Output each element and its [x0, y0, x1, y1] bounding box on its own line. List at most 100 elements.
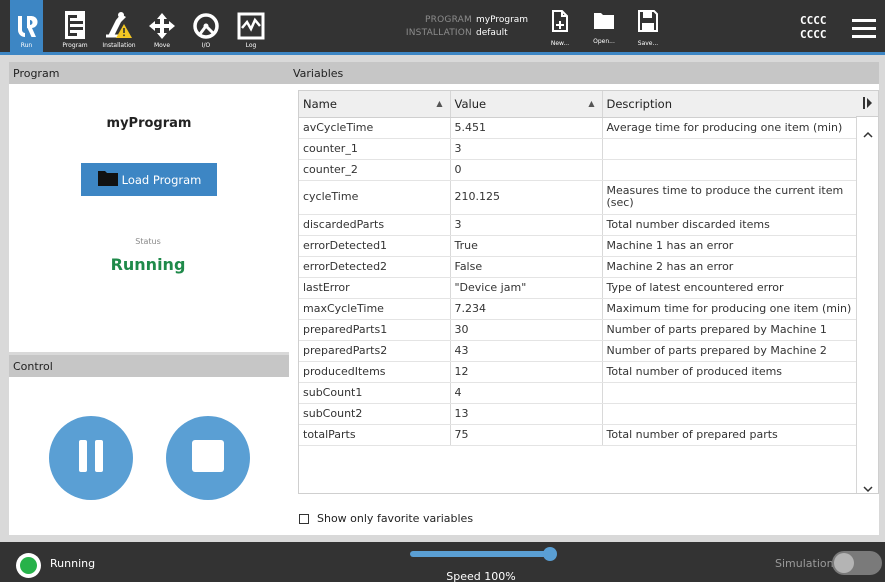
cell-name: subCount1	[299, 382, 451, 404]
cell-name: errorDetected1	[299, 235, 451, 257]
nav-program-label: Program	[62, 42, 88, 49]
save-label: Save...	[637, 40, 659, 47]
nav-io-tab[interactable]: I/O	[190, 0, 222, 52]
cell-name: preparedParts2	[299, 340, 451, 362]
cell-name: cycleTime	[299, 180, 451, 215]
speed-slider[interactable]	[410, 551, 552, 557]
table-row[interactable]: errorDetected2 False Machine 2 has an erro…	[299, 256, 857, 278]
stop-icon	[191, 439, 225, 477]
cell-name: subCount2	[299, 403, 451, 425]
cell-description	[602, 403, 857, 425]
cell-value: 210.125	[450, 180, 603, 215]
cell-description: Number of parts prepared by Machine 1	[602, 319, 857, 341]
table-row[interactable]: avCycleTime 5.451 Average time for produci…	[299, 117, 857, 139]
program-value: myProgram	[476, 15, 529, 25]
power-status-icon	[20, 557, 37, 574]
cell-description: Machine 2 has an error	[602, 256, 857, 278]
cell-value: 7.234	[450, 298, 603, 320]
user-line-1: CCCC	[800, 14, 827, 27]
cell-description: Machine 1 has an error	[602, 235, 857, 257]
pause-button[interactable]	[49, 416, 133, 500]
program-label: PROGRAM	[425, 15, 472, 25]
speed-slider-handle[interactable]	[543, 547, 557, 561]
sort-up-icon: ▲	[588, 99, 595, 108]
variables-table: Name ▲ Value ▲ Description avCycleTime 5.45…	[298, 90, 879, 494]
table-scrollbar[interactable]	[856, 117, 878, 493]
speed-label: Speed 100%	[446, 570, 516, 582]
simulation-toggle[interactable]	[832, 551, 882, 575]
cell-value: 43	[450, 340, 603, 362]
folder-icon	[97, 169, 119, 190]
table-row[interactable]: maxCycleTime 7.234 Maximum time for produc…	[299, 298, 857, 320]
column-toggle-button[interactable]	[856, 91, 878, 117]
nav-program-tab[interactable]: Program	[57, 0, 93, 52]
bottom-bar: Running Speed 100% Simulation	[0, 542, 885, 582]
program-info: PROGRAM myProgram INSTALLATION default	[398, 14, 528, 40]
cell-name: avCycleTime	[299, 117, 451, 139]
save-disk-icon	[638, 10, 658, 36]
cell-value: False	[450, 256, 603, 278]
status-value: Running	[110, 255, 186, 274]
cell-value: 4	[450, 382, 603, 404]
cell-description	[602, 138, 857, 160]
table-row[interactable]: discardedParts 3 Total number discarded it…	[299, 214, 857, 236]
nav-log-tab[interactable]: Log	[234, 0, 268, 52]
stop-button[interactable]	[166, 416, 250, 500]
nav-io-label: I/O	[201, 42, 211, 49]
table-row[interactable]: lastError "Device jam" Type of latest enco…	[299, 277, 857, 299]
column-header-value[interactable]: Value ▲	[450, 91, 603, 118]
simulation-label: Simulation	[775, 557, 834, 570]
nav-run-label: Run	[20, 42, 33, 49]
table-row[interactable]: counter_2 0	[299, 159, 857, 181]
table-row[interactable]: producedItems 12 Total number of produced …	[299, 361, 857, 383]
hamburger-menu-icon[interactable]	[852, 19, 876, 43]
cell-value: 3	[450, 214, 603, 236]
simulation-toggle-knob	[834, 553, 854, 573]
io-gauge-icon	[192, 12, 220, 40]
nav-move-label: Move	[153, 42, 171, 49]
nav-installation-tab[interactable]: Installation	[99, 0, 139, 52]
ur-logo-icon	[16, 14, 38, 40]
nav-run-tab[interactable]: Run	[10, 0, 43, 52]
table-row[interactable]: subCount1 4	[299, 382, 857, 404]
scroll-down-icon[interactable]	[863, 478, 873, 493]
save-button[interactable]: Save...	[631, 10, 665, 52]
table-row[interactable]: errorDetected1 True Machine 1 has an error	[299, 235, 857, 257]
new-label: New...	[550, 40, 570, 47]
cell-description	[602, 159, 857, 181]
cell-value: 0	[450, 159, 603, 181]
cell-description: Total number discarded items	[602, 214, 857, 236]
cell-description: Maximum time for producing one item (min…	[602, 298, 857, 320]
favorites-checkbox[interactable]	[299, 513, 309, 524]
table-row[interactable]: totalParts 75 Total number of prepared par…	[299, 424, 857, 446]
column-header-name[interactable]: Name ▲	[299, 91, 451, 118]
favorites-filter[interactable]: Show only favorite variables	[299, 512, 473, 525]
top-accent-line	[0, 52, 885, 55]
table-row[interactable]: preparedParts2 43 Number of parts prepared…	[299, 340, 857, 362]
pause-icon	[76, 438, 106, 478]
new-file-icon	[552, 10, 568, 36]
scroll-up-icon[interactable]	[863, 123, 873, 142]
table-row[interactable]: counter_1 3	[299, 138, 857, 160]
cell-name: counter_2	[299, 159, 451, 181]
cell-name: counter_1	[299, 138, 451, 160]
new-button[interactable]: New...	[543, 10, 577, 52]
cell-description: Measures time to produce the current ite…	[602, 180, 857, 215]
top-bar: Run Program Installation Move I/O Log PR…	[0, 0, 885, 55]
nav-move-tab[interactable]: Move	[147, 0, 177, 52]
user-info: CCCC CCCC	[800, 14, 827, 42]
load-program-button[interactable]: Load Program	[81, 163, 217, 196]
cell-value: "Device jam"	[450, 277, 603, 299]
load-program-label: Load Program	[121, 172, 202, 187]
table-row[interactable]: subCount2 13	[299, 403, 857, 425]
power-button[interactable]	[16, 553, 41, 578]
cell-value: 75	[450, 424, 603, 446]
cell-name: maxCycleTime	[299, 298, 451, 320]
open-label: Open...	[593, 38, 615, 45]
status-label: Status	[135, 237, 161, 246]
table-row[interactable]: cycleTime 210.125 Measures time to produce…	[299, 180, 857, 215]
table-row[interactable]: preparedParts1 30 Number of parts prepared…	[299, 319, 857, 341]
column-header-description[interactable]: Description	[602, 91, 857, 118]
open-button[interactable]: Open...	[587, 10, 621, 52]
cell-description: Total number of produced items	[602, 361, 857, 383]
